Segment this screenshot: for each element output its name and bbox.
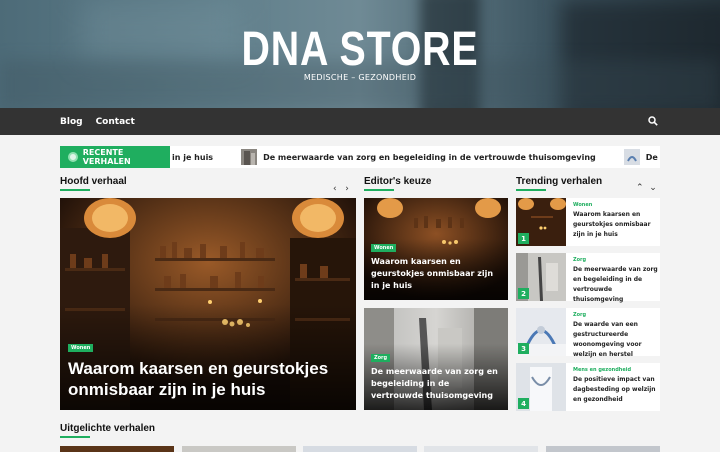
trending-title[interactable]: De positieve impact van dagbesteding op … <box>573 375 660 405</box>
trending-thumbnail: 2 <box>516 253 566 301</box>
ticker-thumbnail[interactable] <box>623 149 640 165</box>
main-story-card[interactable]: Wonen Waarom kaarsen en geurstokjes onmi… <box>60 198 356 410</box>
section-title-featured: Uitgelichte verhalen <box>60 423 156 438</box>
category-label[interactable]: Zorg <box>573 312 660 318</box>
trending-item[interactable]: 2 Zorg De meerwaarde van zorg en begelei… <box>516 253 660 303</box>
ticker-item[interactable]: in je huis <box>172 153 213 162</box>
live-dot-icon <box>68 152 78 162</box>
trending-title[interactable]: Waarom kaarsen en geurstokjes onmisbaar … <box>573 210 660 240</box>
trending-thumbnail: 1 <box>516 198 566 246</box>
search-icon[interactable] <box>648 116 658 126</box>
site-title[interactable]: DNA STORE <box>65 22 655 77</box>
featured-card[interactable] <box>424 446 538 452</box>
trending-rank: 3 <box>518 343 529 354</box>
nav-item-blog[interactable]: Blog <box>60 117 83 127</box>
category-badge[interactable]: Zorg <box>371 354 391 362</box>
ticker-thumbnail[interactable] <box>241 149 258 165</box>
trending-rank: 1 <box>518 233 529 244</box>
trending-item[interactable]: 1 Wonen Waarom kaarsen en geurstokjes on… <box>516 198 660 246</box>
featured-card[interactable] <box>60 446 174 452</box>
chevron-left-icon[interactable]: ‹ <box>333 184 337 194</box>
section-title-main: Hoofd verhaal <box>60 176 127 191</box>
trending-thumbnail: 4 <box>516 363 566 411</box>
trending-rank: 4 <box>518 398 529 409</box>
trending-title[interactable]: De meerwaarde van zorg en begeleiding in… <box>573 265 660 305</box>
main-story-title[interactable]: Waarom kaarsen en geurstokjes onmisbaar … <box>68 358 348 400</box>
main-nav: Blog Contact <box>0 108 720 135</box>
trending-title[interactable]: De waarde van een gestructureerde woonom… <box>573 320 660 360</box>
featured-card[interactable] <box>182 446 296 452</box>
category-badge[interactable]: Wonen <box>371 244 397 252</box>
editors-pick-title[interactable]: Waarom kaarsen en geurstokjes onmisbaar … <box>371 256 502 292</box>
trending-thumbnail: 3 <box>516 308 566 356</box>
nav-item-contact[interactable]: Contact <box>96 117 135 127</box>
featured-card[interactable] <box>546 446 660 452</box>
ticker-label: RECENTE VERHALEN <box>60 146 170 168</box>
ticker-item[interactable]: De waarde van <box>646 153 660 162</box>
chevron-up-icon[interactable]: ⌃ <box>636 183 644 193</box>
section-title-editors: Editor's keuze <box>364 176 432 191</box>
editors-pick-card[interactable]: Zorg De meerwaarde van zorg en begeleidi… <box>364 308 508 410</box>
trending-rank: 2 <box>518 288 529 299</box>
main-arrows: ‹ › <box>333 184 349 194</box>
site-tagline: MEDISCHE – GEZONDHEID <box>303 73 417 82</box>
trending-arrows: ⌃ ⌄ <box>636 183 657 193</box>
category-label[interactable]: Wonen <box>573 202 660 208</box>
recent-stories-ticker: RECENTE VERHALEN in je huis De meerwaard… <box>60 146 660 168</box>
chevron-right-icon[interactable]: › <box>345 184 349 194</box>
editors-pick-card[interactable]: Wonen Waarom kaarsen en geurstokjes onmi… <box>364 198 508 300</box>
category-label[interactable]: Zorg <box>573 257 660 263</box>
featured-card[interactable] <box>303 446 417 452</box>
category-label[interactable]: Mens en gezondheid <box>573 367 660 373</box>
category-badge[interactable]: Wonen <box>68 344 94 352</box>
editors-pick-title[interactable]: De meerwaarde van zorg en begeleiding in… <box>371 366 502 402</box>
trending-item[interactable]: 3 Zorg De waarde van een gestructureerde… <box>516 308 660 358</box>
section-title-trending: Trending verhalen <box>516 176 603 191</box>
chevron-down-icon[interactable]: ⌄ <box>649 183 657 193</box>
site-header: DNA STORE MEDISCHE – GEZONDHEID <box>0 0 720 108</box>
trending-item[interactable]: 4 Mens en gezondheid De positieve impact… <box>516 363 660 411</box>
ticker-item[interactable]: De meerwaarde van zorg en begeleiding in… <box>263 153 596 162</box>
